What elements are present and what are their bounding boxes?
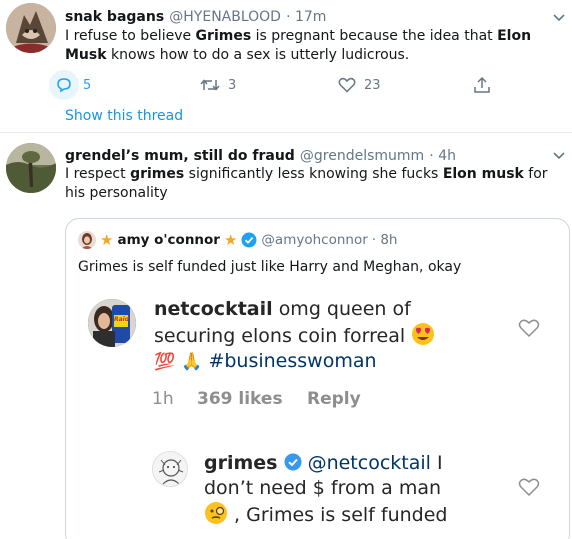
instagram-hashtag: #businesswoman — [208, 350, 377, 372]
instagram-reply-label: Reply — [307, 389, 361, 409]
like-button[interactable]: 23 — [338, 72, 381, 98]
quoted-display-name[interactable]: amy o'connor — [117, 232, 220, 248]
instagram-comment-age: 1h — [152, 389, 174, 409]
user-handle[interactable]: @HYENABLOOD — [169, 9, 281, 25]
display-name[interactable]: grendel’s mum, still do fraud — [65, 148, 295, 164]
heart-outline-icon — [518, 478, 540, 497]
timestamp[interactable]: · 4h — [429, 148, 456, 164]
retweet-icon — [200, 79, 220, 91]
chevron-down-icon[interactable] — [552, 10, 566, 24]
star-icon: ★ — [223, 231, 238, 249]
share-icon — [474, 76, 490, 93]
star-icon: ★ — [100, 231, 114, 249]
quoted-tweet[interactable]: ★ amy o'connor ★ @amyohconnor · 8h Grime… — [65, 218, 570, 539]
heart-eyes-emoji-icon — [412, 323, 435, 345]
retweet-button[interactable]: 3 — [200, 72, 236, 98]
user-handle[interactable]: @grendelsmumm — [300, 148, 424, 164]
tweet-actions: 5 3 23 — [49, 70, 505, 100]
timestamp[interactable]: · 17m — [286, 9, 326, 25]
tweet-text: I refuse to believe Grimes is pregnant b… — [65, 28, 532, 63]
folded-hands-emoji-icon: 🙏 — [181, 352, 203, 372]
instagram-comment-text: netcocktail omg queen of securing elons … — [154, 297, 484, 375]
hundred-emoji-icon: 💯 — [154, 352, 176, 372]
quoted-tweet-header: ★ amy o'connor ★ @amyohconnor · 8h — [78, 231, 398, 249]
instagram-reply-comment: grimes @netcocktail I don’t need $ from … — [66, 451, 569, 539]
avatar-snak-bagans[interactable] — [6, 3, 56, 53]
reply-count: 5 — [83, 77, 92, 93]
instagram-username: grimes — [204, 452, 278, 474]
avatar-grendels-mum[interactable] — [6, 143, 56, 193]
grimes-avatar — [152, 451, 188, 487]
verified-badge-icon — [284, 453, 302, 471]
instagram-screenshot-image[interactable]: Raid netcocktail omg queen of securing e… — [66, 281, 569, 539]
tweet-snak-bagans[interactable]: snak bagans @HYENABLOOD · 17m I refuse t… — [0, 0, 572, 130]
raid-can-avatar-icon — [88, 299, 136, 347]
heart-outline-icon — [518, 319, 540, 338]
chevron-down-icon[interactable] — [552, 148, 566, 162]
tweet-header: grendel’s mum, still do fraud @grendelsm… — [65, 145, 456, 164]
quoted-tweet-text: Grimes is self funded just like Harry an… — [78, 259, 462, 275]
tweet-text: I respect grimes significantly less know… — [65, 166, 548, 201]
hyena-avatar-icon — [6, 3, 56, 53]
instagram-reply-text: grimes @netcocktail I don’t need $ from … — [204, 452, 448, 526]
instagram-likes-count: 369 likes — [197, 389, 283, 409]
instagram-comment: Raid netcocktail omg queen of securing e… — [66, 281, 569, 411]
heart-icon — [338, 77, 356, 93]
display-name[interactable]: snak bagans — [65, 9, 164, 25]
sketch-avatar-icon — [153, 452, 187, 486]
landscape-avatar-icon — [6, 143, 56, 193]
like-count: 23 — [364, 77, 381, 93]
quoted-user-handle[interactable]: @amyohconnor — [261, 232, 367, 248]
person-avatar-icon — [78, 231, 96, 249]
instagram-mention: @netcocktail — [307, 452, 431, 474]
quoted-timestamp[interactable]: · 8h — [372, 232, 398, 248]
verified-badge-icon — [241, 232, 257, 248]
show-thread-link[interactable]: Show this thread — [65, 108, 183, 124]
share-button[interactable] — [473, 72, 491, 98]
retweet-count: 3 — [228, 77, 237, 93]
avatar-amy-oconnor[interactable] — [78, 231, 96, 249]
reply-button[interactable]: 5 — [49, 70, 92, 100]
reply-icon — [49, 70, 79, 100]
raid-can-label: Raid — [114, 316, 130, 323]
tweet-header: snak bagans @HYENABLOOD · 17m — [65, 6, 326, 25]
monocle-face-emoji-icon — [205, 502, 227, 524]
instagram-username: netcocktail — [154, 298, 273, 320]
netcocktail-avatar: Raid — [88, 299, 136, 347]
